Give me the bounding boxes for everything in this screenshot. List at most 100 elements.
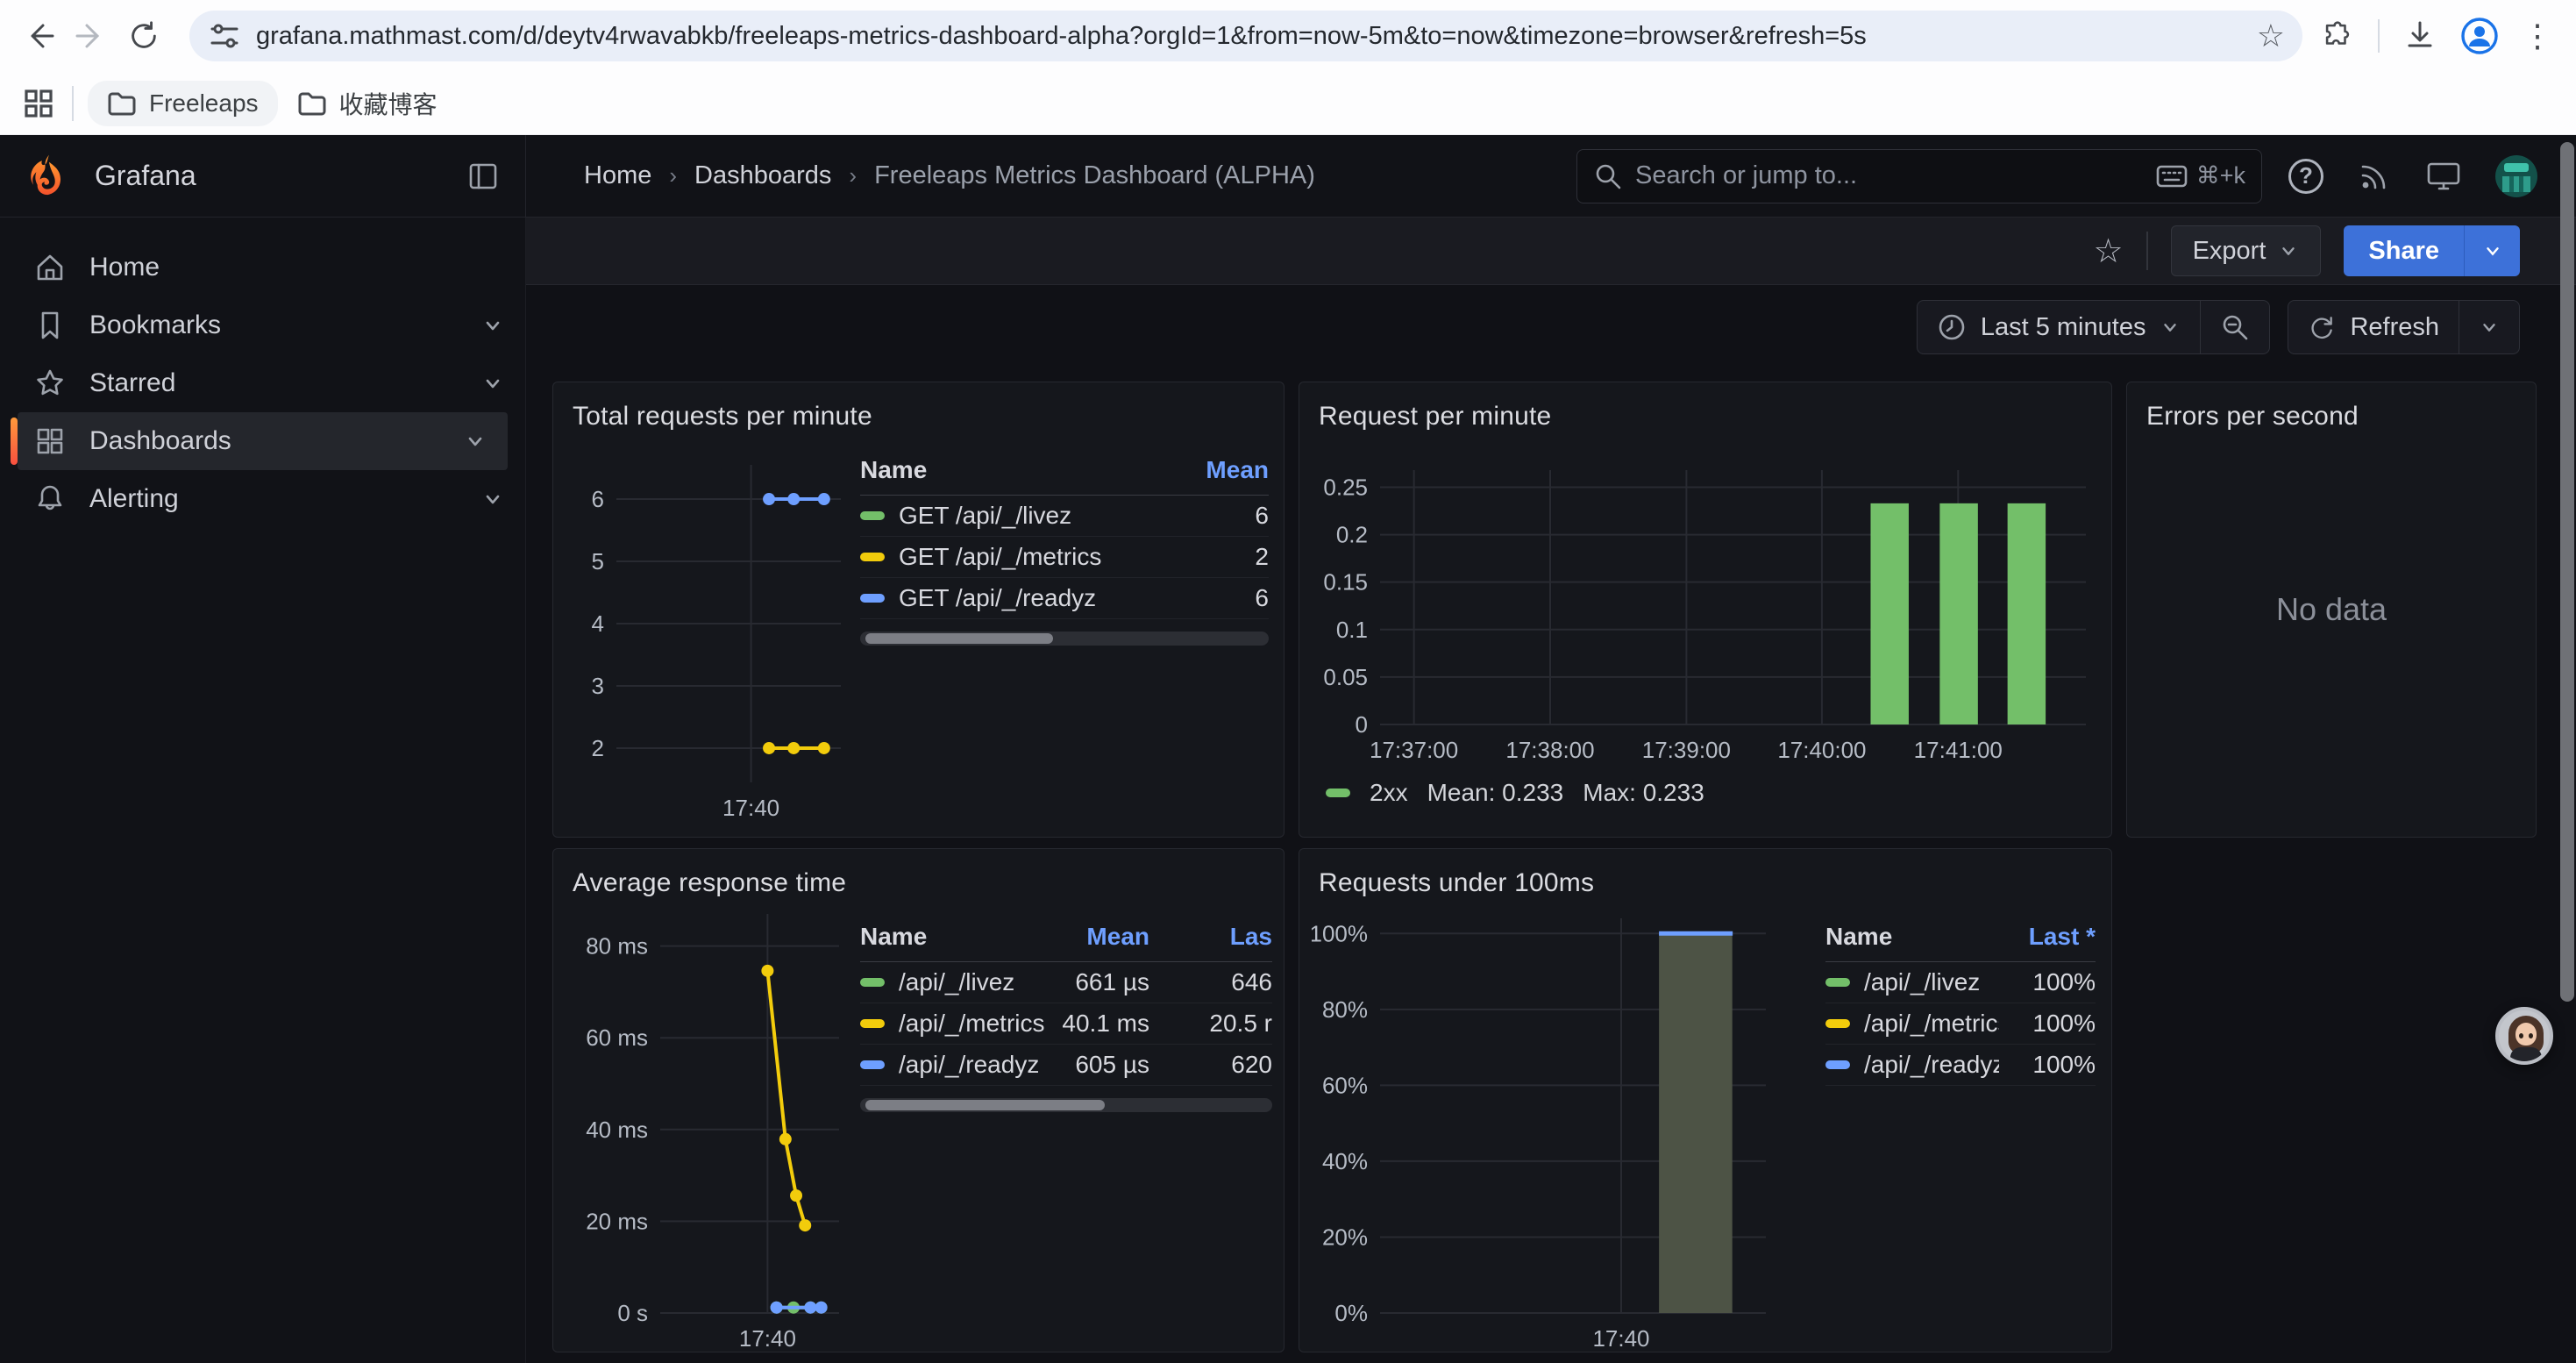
bookmark-star-icon[interactable]: ☆ [2257, 18, 2285, 54]
legend-row[interactable]: /api/_/readyz 100% [1825, 1045, 2096, 1086]
time-range-picker[interactable]: Last 5 minutes [1918, 301, 2201, 353]
legend-row[interactable]: /api/_/metrics 100% [1825, 1003, 2096, 1045]
url-text[interactable]: grafana.mathmast.com/d/deytv4rwavabkb/fr… [256, 22, 2243, 51]
chevron-down-icon [2278, 240, 2299, 261]
legend-header-name[interactable]: Name [1825, 923, 1999, 951]
sidebar-item-bookmarks[interactable]: Bookmarks [0, 296, 525, 354]
share-menu-button[interactable] [2464, 225, 2520, 276]
dashboards-grid-icon [33, 425, 67, 458]
bookmark-folder-blogs[interactable]: 收藏博客 [278, 77, 457, 130]
legend-header-mean[interactable]: Mean [1172, 456, 1269, 484]
legend-row[interactable]: /api/_/readyz 605 µs 620 [860, 1045, 1272, 1086]
dashboard-canvas: Total requests per minute 6543217:40 Nam… [526, 369, 2576, 1363]
sidebar-item-home[interactable]: Home [0, 239, 525, 296]
back-button[interactable] [12, 10, 65, 62]
svg-text:17:40:00: 17:40:00 [1777, 737, 1866, 763]
svg-text:100%: 100% [1312, 920, 1368, 946]
bookmark-icon [33, 309, 67, 342]
bookmark-folder-freeleaps[interactable]: Freeleaps [88, 81, 278, 126]
reload-button[interactable] [117, 10, 170, 62]
folder-icon [107, 90, 137, 117]
favorite-star-icon[interactable]: ☆ [2093, 232, 2123, 271]
svg-text:0 s: 0 s [617, 1300, 648, 1326]
panel-legend[interactable]: 2xx Mean: 0.233 Max: 0.233 [1326, 779, 1704, 807]
series-color-pill [1326, 789, 1350, 797]
bar-chart[interactable]: 0.250.20.150.10.05017:37:0017:38:0017:39… [1312, 439, 2096, 789]
series-color-pill [860, 594, 885, 603]
legend-row[interactable]: GET /api/_/readyz 6 [860, 578, 1269, 619]
grafana-logo[interactable] [26, 153, 72, 199]
monitor-icon[interactable] [2425, 159, 2462, 194]
bookmarks-bar: Freeleaps 收藏博客 [0, 72, 2576, 135]
svg-text:0.05: 0.05 [1323, 664, 1368, 690]
legend-header-mean[interactable]: Mean [1053, 923, 1149, 951]
panel-title[interactable]: Requests under 100ms [1299, 849, 2111, 898]
panel-title[interactable]: Request per minute [1299, 382, 2111, 432]
chevron-down-icon[interactable] [464, 430, 487, 453]
series-color-pill [1825, 1019, 1850, 1028]
user-avatar[interactable] [2495, 155, 2537, 197]
svg-text:0: 0 [1356, 711, 1368, 738]
bar-chart[interactable]: 100%80%60%40%20%0%17:40 [1312, 905, 1803, 1348]
forward-button[interactable] [65, 10, 117, 62]
sidebar-item-alerting[interactable]: Alerting [0, 470, 525, 528]
grafana-header: Grafana Home › Dashboards › Freeleaps Me… [0, 135, 2576, 218]
panel-requests-under-100ms[interactable]: Requests under 100ms 100%80%60%40%20%0%1… [1299, 848, 2112, 1352]
export-button[interactable]: Export [2171, 225, 2322, 276]
share-button[interactable]: Share [2344, 225, 2464, 276]
legend-row[interactable]: GET /api/_/livez 6 [860, 496, 1269, 537]
legend-header-name[interactable]: Name [860, 456, 1172, 484]
extensions-icon[interactable] [2320, 18, 2355, 54]
sidebar-item-starred[interactable]: Starred [0, 354, 525, 412]
zoom-out-button[interactable] [2200, 301, 2269, 353]
browser-menu-icon[interactable]: ⋮ [2522, 18, 2553, 54]
legend-row[interactable]: /api/_/livez 661 µs 646 [860, 962, 1272, 1003]
svg-text:6: 6 [592, 486, 604, 512]
time-controls-row: Last 5 minutes Refresh [526, 285, 2576, 369]
page-scrollbar-thumb[interactable] [2560, 142, 2574, 1002]
panel-title[interactable]: Total requests per minute [553, 382, 1284, 432]
site-settings-icon[interactable] [207, 18, 242, 54]
legend-row[interactable]: GET /api/_/metrics 2 [860, 537, 1269, 578]
zoom-out-icon [2220, 312, 2250, 342]
help-icon[interactable]: ? [2288, 159, 2323, 194]
news-rss-icon[interactable] [2357, 159, 2392, 194]
search-box[interactable]: ⌘+k [1576, 149, 2262, 203]
refresh-interval-button[interactable] [2459, 301, 2519, 353]
legend-header-name[interactable]: Name [860, 923, 1053, 951]
svg-text:0%: 0% [1334, 1300, 1368, 1326]
back-icon [21, 18, 56, 54]
svg-text:40%: 40% [1322, 1148, 1368, 1174]
clock-icon [1937, 312, 1967, 342]
legend-header-last[interactable]: Las [1149, 923, 1272, 951]
assistant-avatar[interactable] [2495, 1007, 2553, 1065]
search-input[interactable] [1635, 161, 2156, 190]
bookmarks-separator [72, 86, 74, 121]
sidebar-item-dashboards[interactable]: Dashboards [18, 412, 508, 470]
panel-errors-per-second[interactable]: Errors per second No data [2126, 382, 2537, 838]
legend-scrollbar[interactable] [860, 1098, 1272, 1112]
chevron-down-icon[interactable] [481, 314, 504, 337]
panel-title[interactable]: Errors per second [2127, 382, 2536, 432]
svg-text:0.15: 0.15 [1323, 569, 1368, 596]
panel-title[interactable]: Average response time [553, 849, 1284, 898]
downloads-icon[interactable] [2402, 18, 2437, 54]
breadcrumb-dashboards[interactable]: Dashboards [694, 161, 831, 190]
legend-scrollbar[interactable] [860, 632, 1269, 646]
panel-request-per-minute[interactable]: Request per minute 0.250.20.150.10.05017… [1299, 382, 2112, 838]
timeseries-chart[interactable]: 6543217:40 [566, 439, 846, 833]
legend-header-last[interactable]: Last * [1999, 923, 2096, 951]
refresh-button[interactable]: Refresh [2288, 301, 2459, 353]
chevron-down-icon[interactable] [481, 488, 504, 510]
legend-row[interactable]: /api/_/metrics 40.1 ms 20.5 r [860, 1003, 1272, 1045]
sidebar-toggle-icon[interactable] [466, 159, 501, 194]
profile-icon[interactable] [2460, 17, 2499, 55]
legend-row[interactable]: /api/_/livez 100% [1825, 962, 2096, 1003]
panel-average-response-time[interactable]: Average response time 80 ms60 ms40 ms20 … [552, 848, 1284, 1352]
timeseries-chart[interactable]: 80 ms60 ms40 ms20 ms0 s17:40 [566, 905, 846, 1348]
breadcrumb-home[interactable]: Home [584, 161, 651, 190]
url-bar[interactable]: grafana.mathmast.com/d/deytv4rwavabkb/fr… [189, 11, 2302, 61]
apps-grid-icon[interactable] [23, 88, 54, 119]
panel-total-requests-per-minute[interactable]: Total requests per minute 6543217:40 Nam… [552, 382, 1284, 838]
chevron-down-icon[interactable] [481, 372, 504, 395]
